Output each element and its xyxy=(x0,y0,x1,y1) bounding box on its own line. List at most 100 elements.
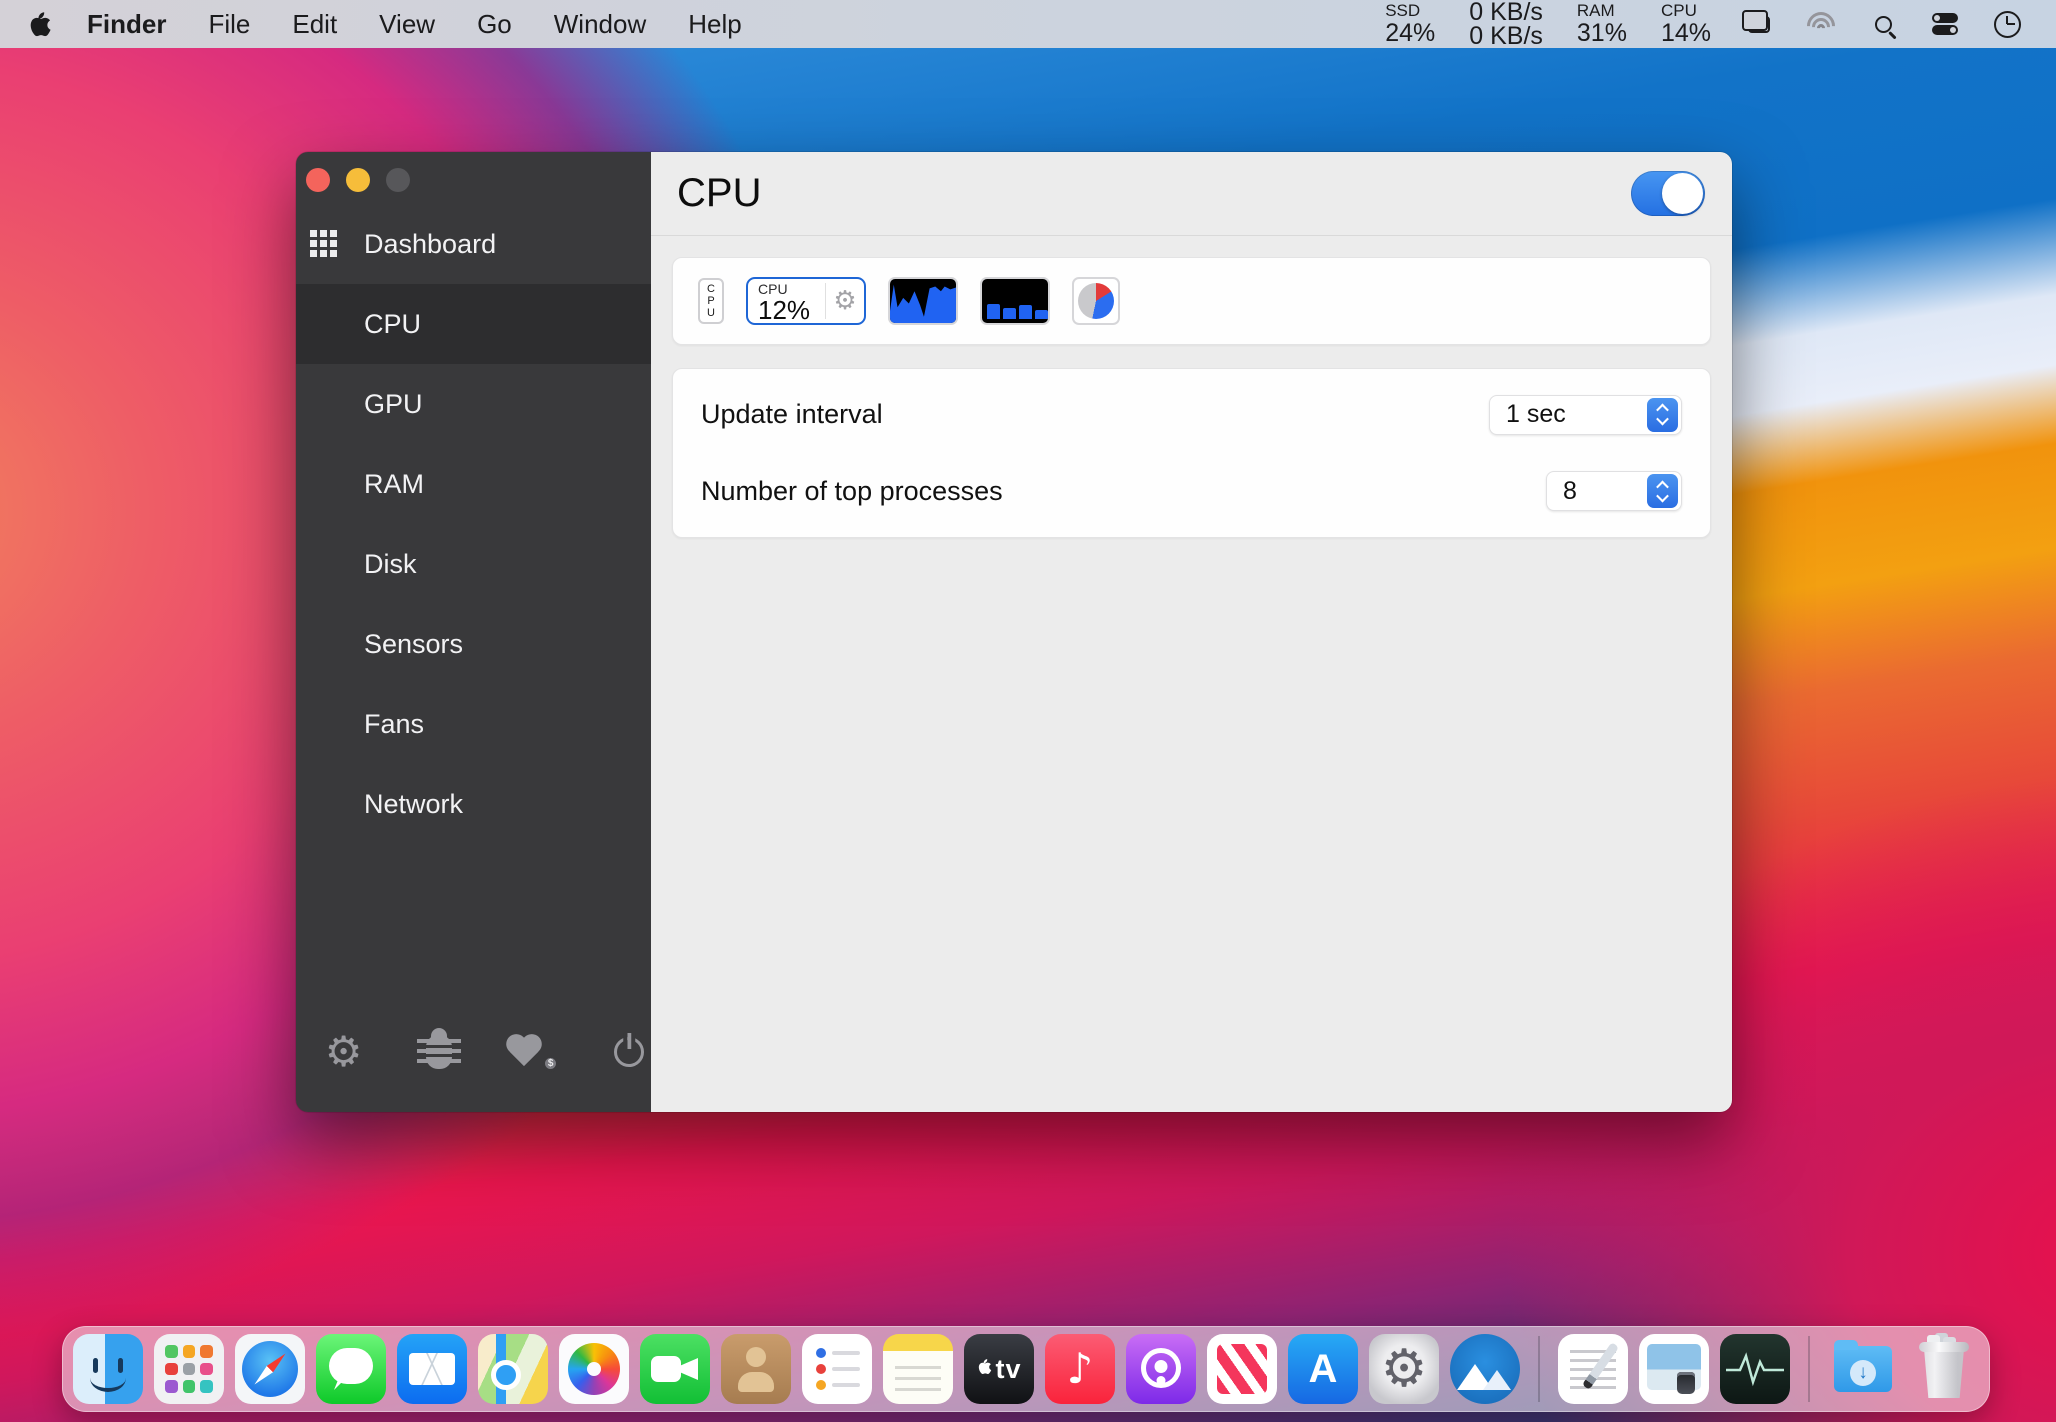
sidebar-item-sensors[interactable]: Sensors xyxy=(296,604,651,684)
cpu-status[interactable]: CPU 14% xyxy=(1661,2,1711,46)
traffic-lights xyxy=(296,152,651,204)
toggle-knob xyxy=(1662,173,1703,214)
donate-heart-icon[interactable]: $ xyxy=(513,1030,556,1074)
menu-bar: Finder File Edit View Go Window Help SSD… xyxy=(0,0,2056,48)
music-note-icon: ♪ xyxy=(1067,1348,1094,1390)
menu-item-help[interactable]: Help xyxy=(667,0,762,48)
sidebar-item-label: GPU xyxy=(364,389,423,420)
pie-chart-preview xyxy=(1078,283,1114,319)
minimize-button[interactable] xyxy=(346,168,370,192)
zoom-button-disabled xyxy=(386,168,410,192)
widget-option-pie-chart[interactable] xyxy=(1072,277,1120,325)
clock-icon[interactable] xyxy=(1990,7,2024,41)
dock: tv ♪ A ⚙ ↓ xyxy=(62,1326,1990,1412)
settings-card: Update interval 1 sec Number of top proc… xyxy=(672,368,1711,538)
menu-item-window[interactable]: Window xyxy=(533,0,667,48)
dock-mail[interactable] xyxy=(397,1334,467,1404)
dashboard-label: Dashboard xyxy=(364,229,496,260)
setting-row-update-interval: Update interval 1 sec xyxy=(701,384,1682,446)
network-up-value: 0 KB/s xyxy=(1469,0,1543,24)
download-arrow-icon: ↓ xyxy=(1850,1360,1876,1386)
reminders-line xyxy=(816,1364,826,1374)
sidebar-item-network[interactable]: Network xyxy=(296,764,651,844)
widget-value: 12% xyxy=(758,297,825,323)
dock-facetime[interactable] xyxy=(640,1334,710,1404)
dock-news[interactable] xyxy=(1207,1334,1277,1404)
sidebar-footer: ⚙ $ xyxy=(296,1020,651,1112)
wifi-icon[interactable] xyxy=(1804,7,1838,41)
menu-bar-status: SSD 24% 0 KB/s 0 KB/s RAM 31% CPU 14% xyxy=(1368,0,2056,48)
reminders-line xyxy=(816,1348,826,1358)
dock-music[interactable]: ♪ xyxy=(1045,1334,1115,1404)
dock-tv[interactable]: tv xyxy=(964,1334,1034,1404)
dock-app-store[interactable]: A xyxy=(1288,1334,1358,1404)
spotlight-search-icon[interactable] xyxy=(1866,7,1900,41)
menu-item-go[interactable]: Go xyxy=(456,0,533,48)
widget-option-label-selected[interactable]: CPU 12% ⚙ xyxy=(746,277,866,325)
dock-preview[interactable] xyxy=(1639,1334,1709,1404)
menu-item-file[interactable]: File xyxy=(187,0,271,48)
network-down-value: 0 KB/s xyxy=(1469,24,1543,48)
dock-mountain-app[interactable] xyxy=(1450,1334,1520,1404)
network-status[interactable]: 0 KB/s 0 KB/s xyxy=(1469,0,1543,48)
widget-option-mini[interactable]: C P U xyxy=(698,278,724,324)
sidebar-item-ram[interactable]: RAM xyxy=(296,444,651,524)
menu-item-view[interactable]: View xyxy=(358,0,456,48)
power-quit-icon[interactable] xyxy=(608,1030,651,1074)
apple-menu-icon[interactable] xyxy=(22,9,56,39)
top-processes-select[interactable]: 8 xyxy=(1546,471,1682,511)
displays-icon[interactable] xyxy=(1742,7,1776,41)
dashboard-grid-icon xyxy=(310,230,338,258)
ssd-status[interactable]: SSD 24% xyxy=(1385,2,1435,46)
dock-contacts[interactable] xyxy=(721,1334,791,1404)
sidebar-item-fans[interactable]: Fans xyxy=(296,684,651,764)
widget-option-bar-chart[interactable] xyxy=(980,277,1050,325)
ram-value: 31% xyxy=(1577,20,1627,46)
dock-safari[interactable] xyxy=(235,1334,305,1404)
top-processes-label: Number of top processes xyxy=(701,476,1003,507)
dock-textedit[interactable] xyxy=(1558,1334,1628,1404)
ram-status[interactable]: RAM 31% xyxy=(1577,2,1627,46)
dock-podcasts[interactable] xyxy=(1126,1334,1196,1404)
settings-gear-icon[interactable]: ⚙ xyxy=(322,1030,365,1074)
sidebar-module-list: CPU GPU RAM Disk Sensors Fans Network xyxy=(296,284,651,844)
update-interval-select[interactable]: 1 sec xyxy=(1489,395,1682,435)
close-button[interactable] xyxy=(306,168,330,192)
sidebar-item-label: RAM xyxy=(364,469,424,500)
widget-option-line-chart[interactable] xyxy=(888,277,958,325)
dock-system-preferences[interactable]: ⚙ xyxy=(1369,1334,1439,1404)
dock-maps[interactable] xyxy=(478,1334,548,1404)
dock-finder[interactable] xyxy=(73,1334,143,1404)
module-enable-toggle[interactable] xyxy=(1631,171,1705,216)
control-center-icon[interactable] xyxy=(1928,7,1962,41)
menu-bar-left: Finder File Edit View Go Window Help xyxy=(0,0,763,48)
dock-notes[interactable] xyxy=(883,1334,953,1404)
line-chart-preview xyxy=(890,279,956,324)
bug-report-icon[interactable] xyxy=(417,1030,460,1074)
stepper-icon[interactable] xyxy=(1647,398,1678,432)
mini-letter: C xyxy=(707,283,715,295)
dock-downloads-folder[interactable]: ↓ xyxy=(1828,1334,1898,1404)
page-title: CPU xyxy=(677,171,761,216)
sidebar-item-gpu[interactable]: GPU xyxy=(296,364,651,444)
sidebar-item-disk[interactable]: Disk xyxy=(296,524,651,604)
sidebar-item-cpu[interactable]: CPU xyxy=(296,284,651,364)
menu-item-finder[interactable]: Finder xyxy=(66,0,187,48)
launchpad-grid xyxy=(165,1345,213,1393)
stepper-icon[interactable] xyxy=(1647,474,1678,508)
dock-photos[interactable] xyxy=(559,1334,629,1404)
dock-separator xyxy=(1538,1336,1540,1402)
sidebar: Dashboard CPU GPU RAM Disk Sensors Fans … xyxy=(296,152,651,1112)
dock-trash[interactable] xyxy=(1909,1334,1979,1404)
sidebar-item-dashboard[interactable]: Dashboard xyxy=(296,204,651,284)
tv-label-text: tv xyxy=(995,1354,1021,1385)
dock-activity-monitor[interactable] xyxy=(1720,1334,1790,1404)
trash-rim xyxy=(1919,1342,1969,1352)
mini-letter: P xyxy=(707,295,714,307)
menu-item-edit[interactable]: Edit xyxy=(271,0,358,48)
dock-messages[interactable] xyxy=(316,1334,386,1404)
widget-settings-gear-icon[interactable]: ⚙ xyxy=(826,279,864,323)
dock-reminders[interactable] xyxy=(802,1334,872,1404)
dock-launchpad[interactable] xyxy=(154,1334,224,1404)
appstore-a-glyph: A xyxy=(1309,1347,1338,1392)
